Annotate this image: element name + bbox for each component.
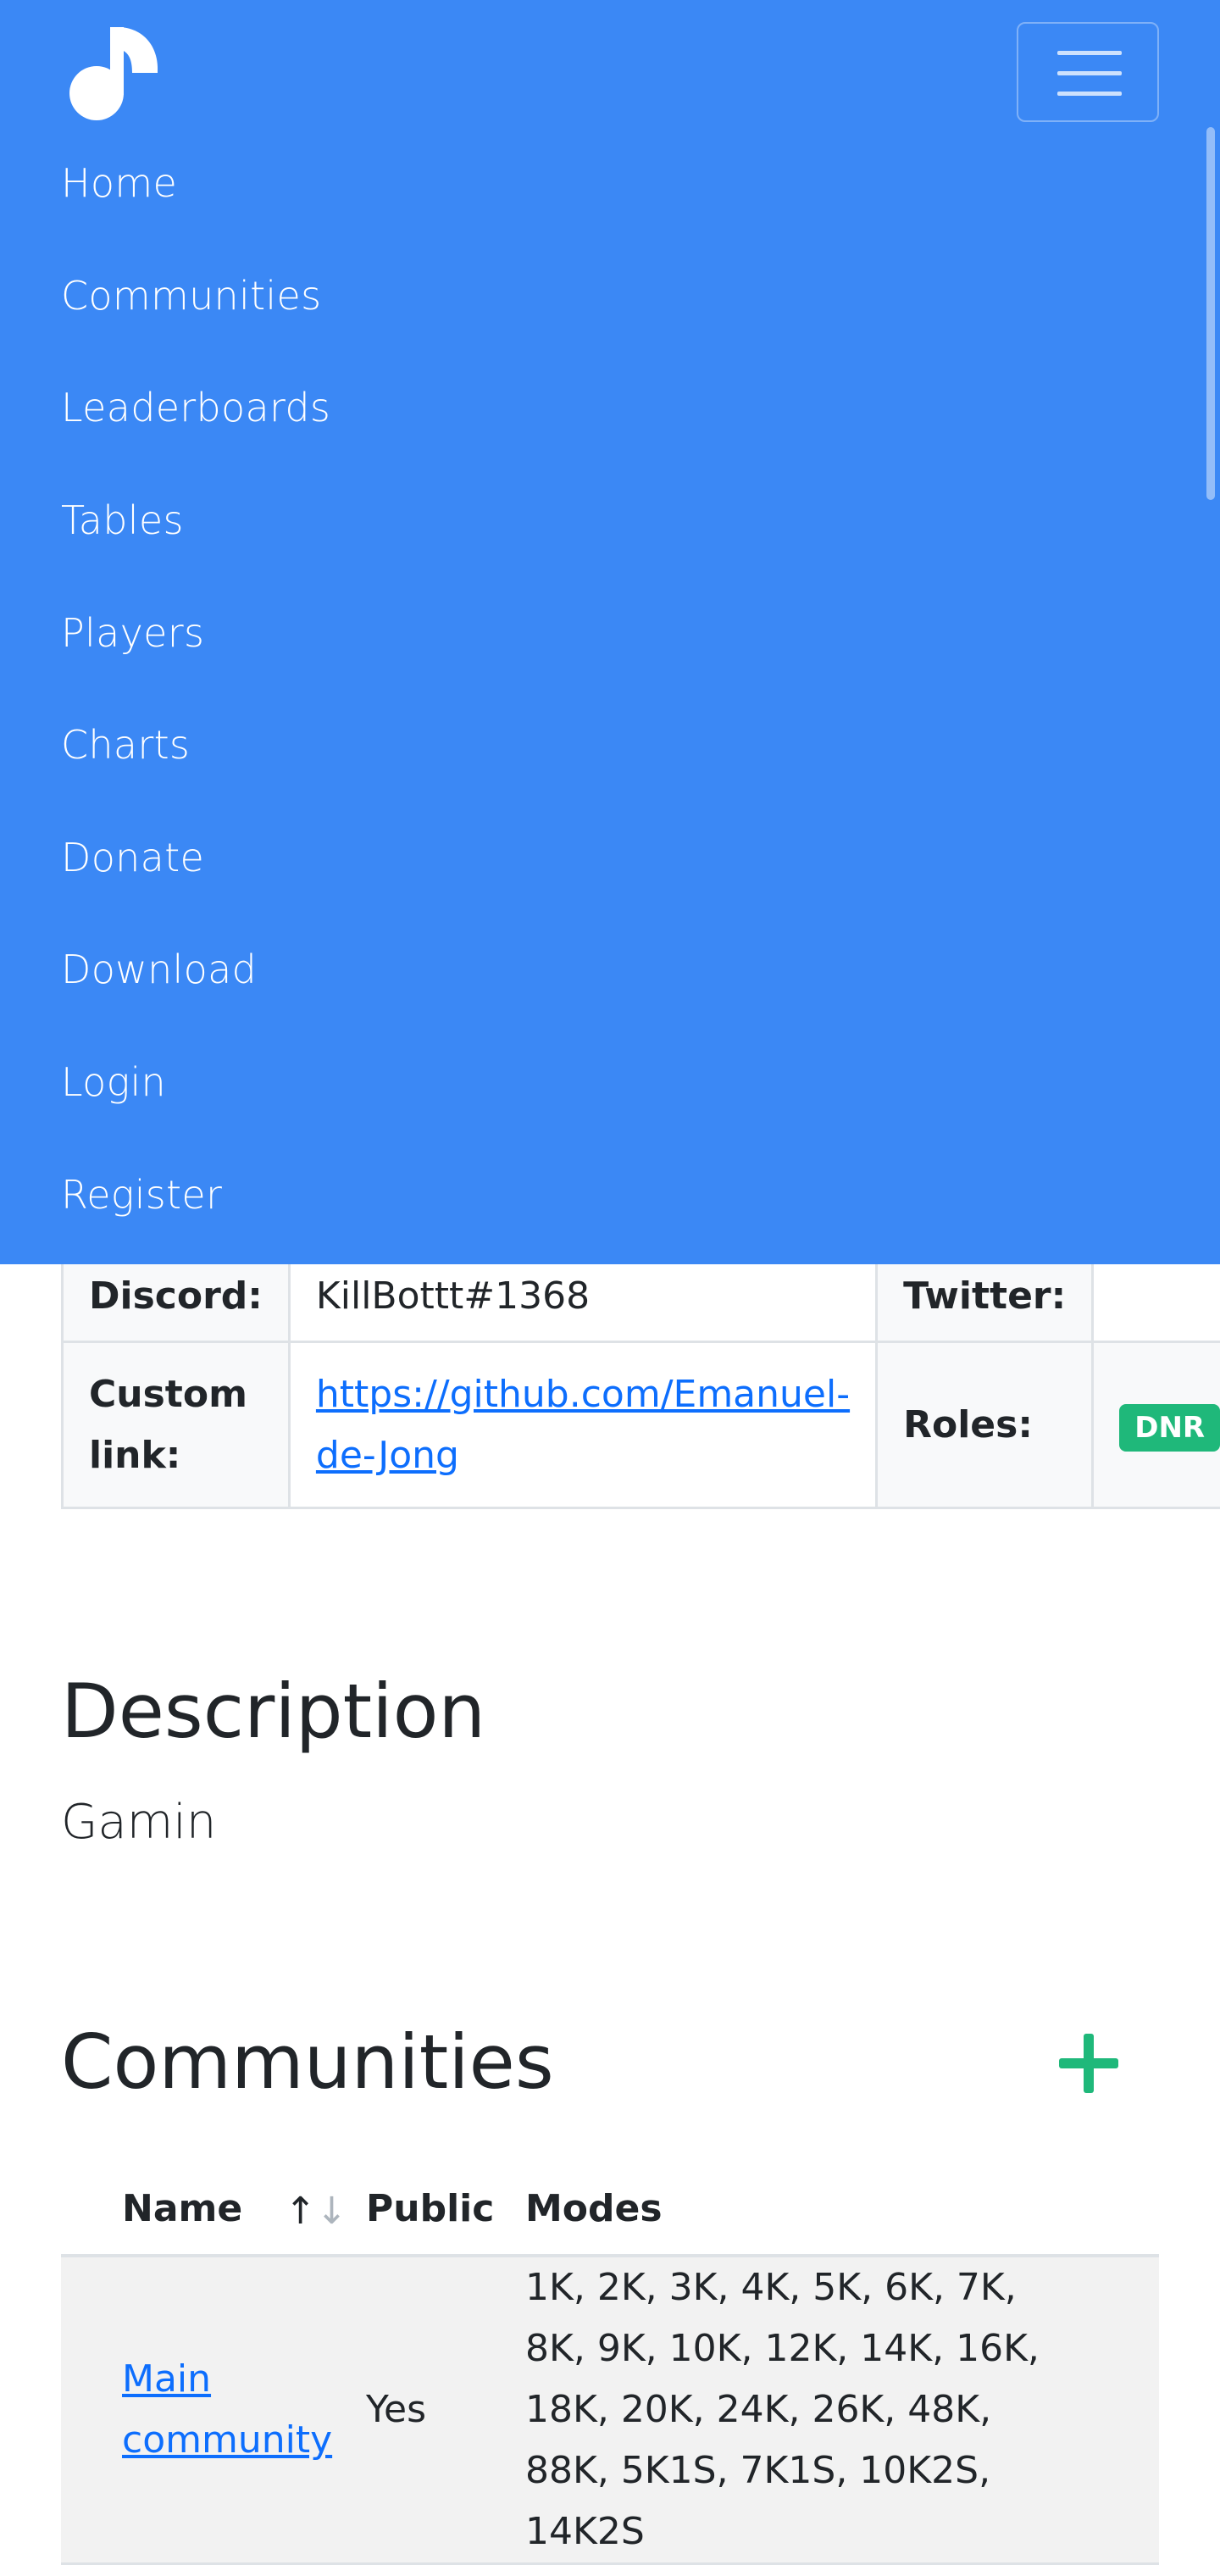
description-text: Gamin bbox=[61, 1795, 217, 1850]
roles-cell: DNR bbox=[1091, 1341, 1220, 1509]
hamburger-icon-line bbox=[1057, 92, 1122, 96]
nav-item-players[interactable]: Players bbox=[61, 576, 330, 689]
nav-item-login[interactable]: Login bbox=[61, 1026, 330, 1139]
table-row: Custom link: https://github.com/Emanuel-… bbox=[61, 1341, 1220, 1509]
communities-heading: Communities bbox=[61, 2018, 554, 2106]
column-header-modes: Modes bbox=[525, 2162, 1159, 2257]
hamburger-icon-line bbox=[1057, 71, 1122, 75]
nav-item-communities[interactable]: Communities bbox=[61, 240, 330, 353]
navbar: Home Communities Leaderboards Tables Pla… bbox=[0, 0, 1220, 1264]
custom-link-label: Custom link: bbox=[61, 1341, 291, 1509]
nav-item-donate[interactable]: Donate bbox=[61, 802, 330, 914]
custom-link-cell: https://github.com/Emanuel-de-Jong bbox=[287, 1341, 879, 1509]
nav-item-home[interactable]: Home bbox=[61, 127, 330, 240]
roles-label: Roles: bbox=[875, 1341, 1095, 1509]
nav-menu: Home Communities Leaderboards Tables Pla… bbox=[61, 127, 330, 1251]
community-public-cell: Yes bbox=[366, 2256, 525, 2565]
navbar-toggler-button[interactable] bbox=[1017, 22, 1159, 122]
nav-item-download[interactable]: Download bbox=[61, 913, 330, 1026]
description-heading: Description bbox=[61, 1668, 486, 1755]
music-note-logo-icon[interactable] bbox=[61, 24, 161, 122]
column-header-public: Public bbox=[366, 2162, 525, 2257]
table-row: Main community Yes 1K, 2K, 3K, 4K, 5K, 6… bbox=[61, 2256, 1159, 2565]
nav-item-leaderboards[interactable]: Leaderboards bbox=[61, 352, 330, 464]
nav-item-charts[interactable]: Charts bbox=[61, 689, 330, 802]
column-header-name-label: Name bbox=[122, 2186, 243, 2230]
communities-table: Name ↑↓ Public Modes Main community Yes … bbox=[61, 2162, 1159, 2565]
nav-item-tables[interactable]: Tables bbox=[61, 464, 330, 577]
role-badge-dnr: DNR bbox=[1119, 1403, 1220, 1452]
nav-item-register[interactable]: Register bbox=[61, 1138, 330, 1251]
hamburger-icon-line bbox=[1057, 51, 1122, 55]
community-name-cell: Main community bbox=[61, 2256, 366, 2565]
sort-arrows-icon[interactable]: ↑↓ bbox=[285, 2190, 347, 2233]
table-header-row: Name ↑↓ Public Modes bbox=[61, 2162, 1159, 2257]
add-community-plus-icon[interactable] bbox=[1059, 2034, 1118, 2093]
custom-link[interactable]: https://github.com/Emanuel-de-Jong bbox=[316, 1373, 850, 1477]
page-scrollbar[interactable] bbox=[1206, 127, 1215, 500]
community-link[interactable]: Main community bbox=[122, 2357, 332, 2462]
column-header-name[interactable]: Name ↑↓ bbox=[61, 2162, 366, 2257]
community-modes-cell: 1K, 2K, 3K, 4K, 5K, 6K, 7K, 8K, 9K, 10K,… bbox=[525, 2256, 1159, 2565]
